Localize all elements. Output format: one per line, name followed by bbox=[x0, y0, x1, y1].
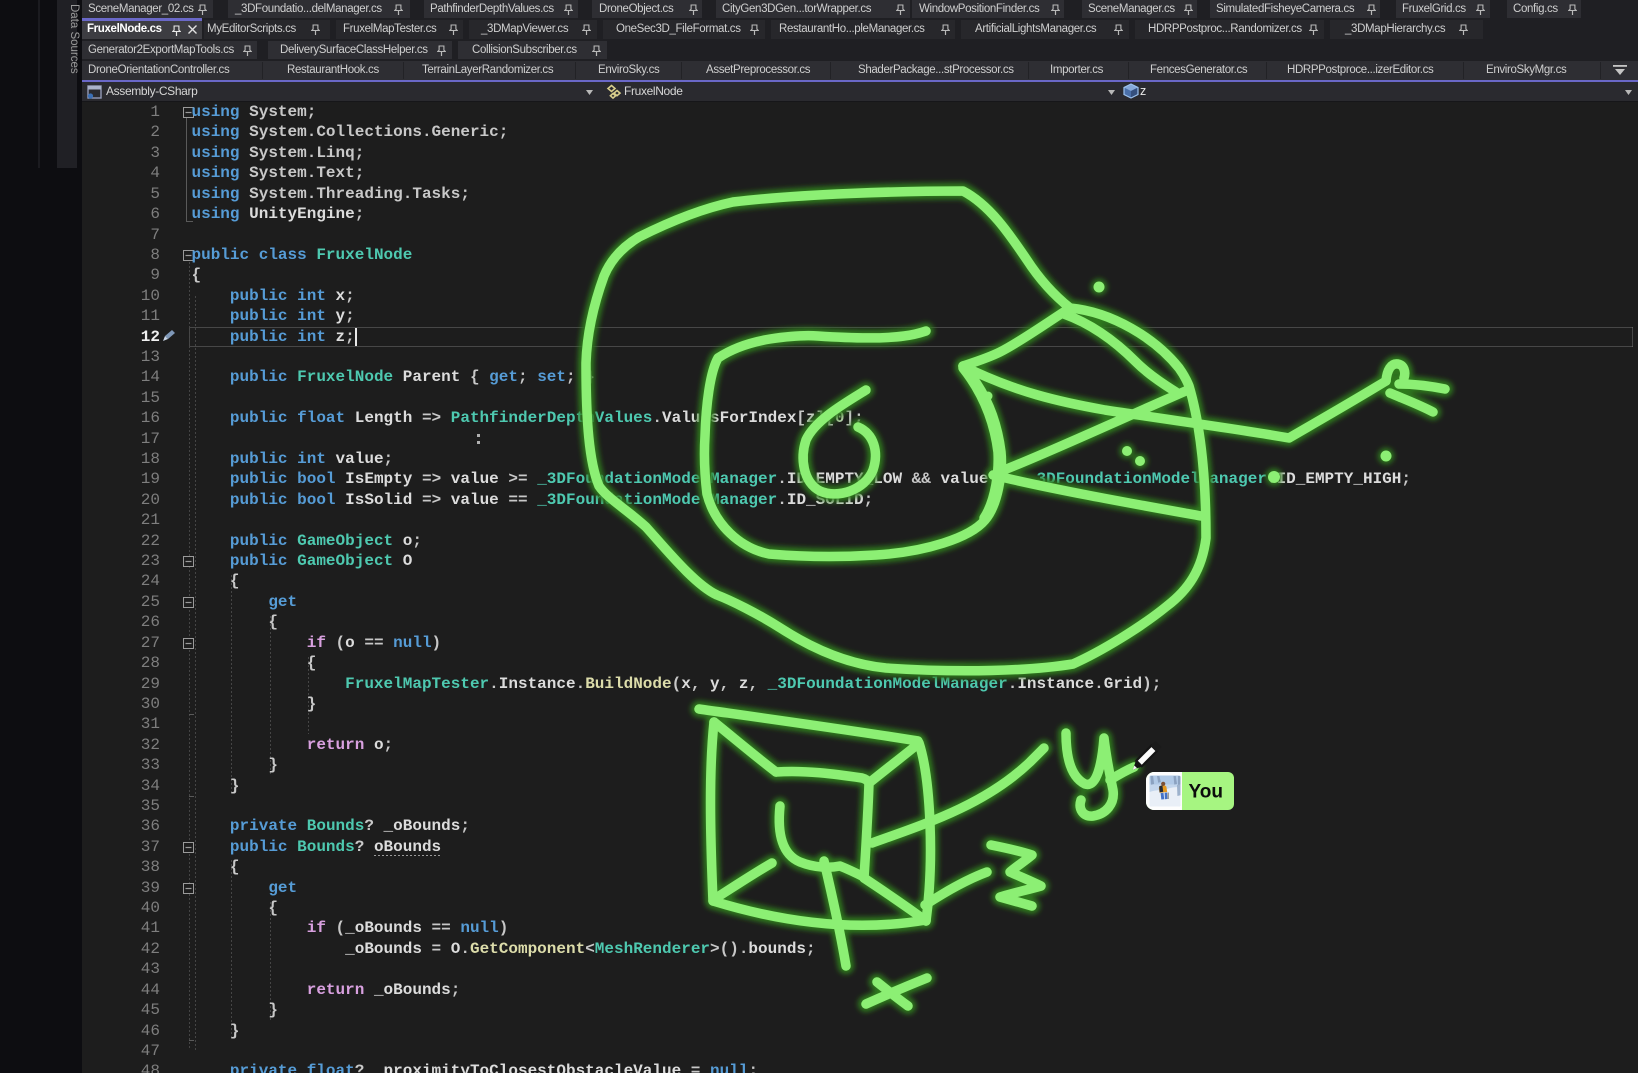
svg-text:You: You bbox=[1189, 782, 1223, 803]
